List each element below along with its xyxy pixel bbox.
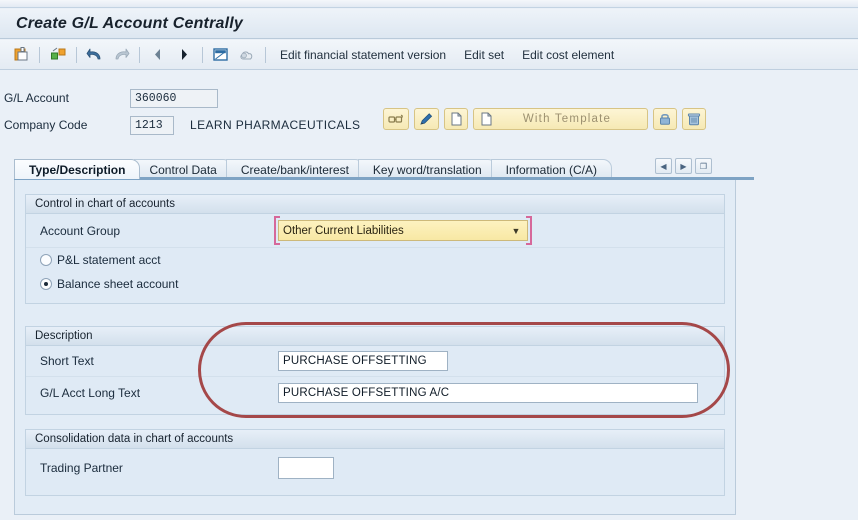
action-button-group: With Template xyxy=(383,108,706,130)
trading-partner-label: Trading Partner xyxy=(40,461,123,475)
pl-statement-label: P&L statement acct xyxy=(57,253,161,267)
page-title: Create G/L Account Centrally xyxy=(16,14,243,32)
with-template-button[interactable]: With Template xyxy=(473,108,648,130)
undo-icon xyxy=(86,48,101,59)
toolbar-separator xyxy=(265,46,266,63)
pl-statement-radio[interactable] xyxy=(40,254,52,266)
undo-button[interactable] xyxy=(84,45,106,65)
display-change-button[interactable] xyxy=(210,45,232,65)
toolbar-separator xyxy=(202,46,203,63)
tab-scroll-left-button[interactable]: ◀ xyxy=(655,158,672,174)
display-change-icon xyxy=(213,47,228,61)
title-bar: Create G/L Account Centrally xyxy=(0,9,858,39)
gl-account-label: G/L Account xyxy=(4,91,69,105)
tab-create-bank-interest[interactable]: Create/bank/interest xyxy=(225,159,364,179)
short-text-input[interactable]: PURCHASE OFFSETTING xyxy=(278,351,448,371)
check-entries-button[interactable] xyxy=(47,45,69,65)
consolidation-group-header: Consolidation data in chart of accounts xyxy=(26,430,724,449)
tab-list-button[interactable]: ❐ xyxy=(695,158,712,174)
company-code-row: Company Code 1213 LEARN PHARMACEUTICALS xyxy=(0,115,360,135)
company-code-label: Company Code xyxy=(4,118,88,132)
page-icon xyxy=(451,112,461,126)
tab-type-description[interactable]: Type/Description xyxy=(14,159,141,179)
edit-set-link[interactable]: Edit set xyxy=(464,48,504,62)
trading-partner-input[interactable] xyxy=(278,457,334,479)
consolidation-group: Consolidation data in chart of accounts … xyxy=(25,429,725,496)
company-code-input[interactable]: 1213 xyxy=(130,115,174,135)
balance-sheet-label: Balance sheet account xyxy=(57,277,179,291)
pl-statement-radio-row[interactable]: P&L statement acct xyxy=(26,248,724,272)
toolbar-separator xyxy=(39,46,40,63)
check-entries-icon xyxy=(50,47,65,60)
redo-button[interactable] xyxy=(110,45,132,65)
tab-control-data[interactable]: Control Data xyxy=(134,159,232,179)
delete-button[interactable] xyxy=(682,108,706,130)
gl-account-input[interactable]: 360060 xyxy=(130,88,218,108)
lock-button[interactable] xyxy=(653,108,677,130)
lock-icon xyxy=(660,113,670,125)
toolbar: Edit financial statement version Edit se… xyxy=(0,40,858,70)
description-group-header: Description xyxy=(26,327,724,346)
save-button[interactable] xyxy=(10,45,32,65)
control-chart-of-accounts-group: Control in chart of accounts Account Gro… xyxy=(25,194,725,304)
edit-button[interactable] xyxy=(414,108,439,130)
main-content-panel: Control in chart of accounts Account Gro… xyxy=(14,180,736,515)
next-button[interactable] xyxy=(173,45,195,65)
tab-strip: Type/Description Control Data Create/ban… xyxy=(14,157,754,179)
short-text-label: Short Text xyxy=(40,354,94,368)
chevron-down-icon[interactable]: ▼ xyxy=(509,226,523,236)
gl-account-row: G/L Account 360060 xyxy=(0,88,218,108)
previous-icon xyxy=(155,49,160,60)
next-icon xyxy=(182,49,187,60)
trading-partner-row: Trading Partner xyxy=(26,449,724,487)
save-icon xyxy=(14,47,27,61)
pencil-icon xyxy=(420,113,433,125)
long-text-input[interactable]: PURCHASE OFFSETTING A/C xyxy=(278,382,698,403)
company-name-text: LEARN PHARMACEUTICALS xyxy=(190,118,361,132)
account-group-row: Account Group Other Current Liabilities … xyxy=(26,214,724,248)
balance-sheet-radio[interactable] xyxy=(40,278,52,290)
account-group-dropdown-wrapper: Other Current Liabilities ▼ xyxy=(274,216,532,245)
account-group-value: Other Current Liabilities xyxy=(283,224,404,237)
account-group-dropdown[interactable]: Other Current Liabilities ▼ xyxy=(278,220,528,241)
with-template-label: With Template xyxy=(522,113,612,125)
balance-sheet-radio-row[interactable]: Balance sheet account xyxy=(26,272,724,296)
display-button[interactable] xyxy=(383,108,409,130)
description-group: Description Short Text PURCHASE OFFSETTI… xyxy=(25,326,725,415)
control-group-header: Control in chart of accounts xyxy=(26,195,724,214)
edit-financial-statement-version-link[interactable]: Edit financial statement version xyxy=(280,48,446,62)
create-button[interactable] xyxy=(444,108,468,130)
toolbar-separator xyxy=(76,46,77,63)
account-group-label: Account Group xyxy=(40,223,121,238)
tab-information-ca[interactable]: Information (C/A) xyxy=(490,159,612,179)
cloud-icon xyxy=(240,51,253,59)
services-button[interactable] xyxy=(236,45,258,65)
window-top-strip xyxy=(0,0,858,8)
long-text-row: G/L Acct Long Text PURCHASE OFFSETTING A… xyxy=(26,377,724,408)
short-text-row: Short Text PURCHASE OFFSETTING xyxy=(26,346,724,377)
long-text-label: G/L Acct Long Text xyxy=(40,385,141,400)
header-key-area: G/L Account 360060 Company Code 1213 LEA… xyxy=(0,71,858,141)
edit-cost-element-link[interactable]: Edit cost element xyxy=(522,48,614,62)
trash-icon xyxy=(687,113,701,126)
redo-icon xyxy=(115,48,130,59)
tab-key-word-translation[interactable]: Key word/translation xyxy=(357,159,497,179)
previous-button[interactable] xyxy=(147,45,169,65)
page-template-icon xyxy=(481,112,492,126)
glasses-icon xyxy=(388,114,403,123)
tab-scroll-right-button[interactable]: ▶ xyxy=(675,158,692,174)
toolbar-separator xyxy=(139,46,140,63)
tab-navigation-buttons: ◀ ▶ ❐ xyxy=(655,158,712,174)
